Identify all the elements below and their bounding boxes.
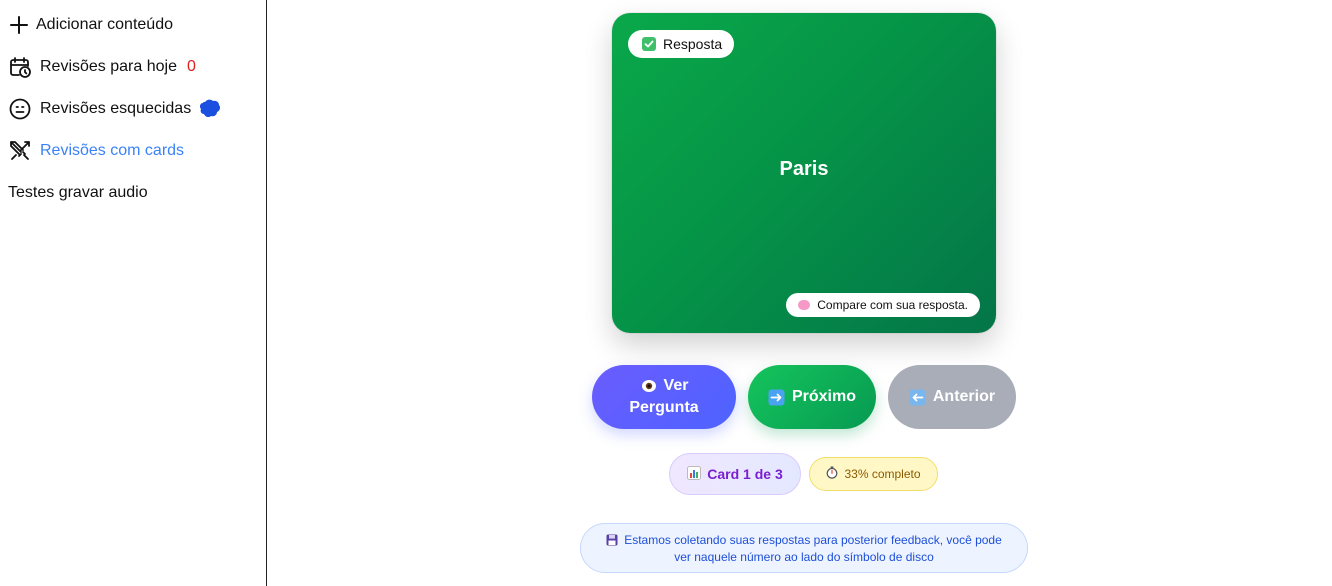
sidebar-item-label: Revisões com cards: [40, 142, 185, 159]
ver-pergunta-button[interactable]: Ver Pergunta: [592, 365, 736, 429]
card-counter-label: Card 1 de 3: [707, 466, 783, 482]
anterior-label: Anterior: [932, 388, 996, 405]
crossed-swords-icon: [8, 139, 32, 163]
compare-hint: Compare com sua resposta.: [786, 293, 980, 317]
sidebar-item-adicionar-conteudo[interactable]: Adicionar conteúdo: [8, 12, 173, 38]
feedback-info-box: Estamos coletando suas respostas para po…: [580, 523, 1028, 573]
ver-pergunta-content: Ver Pergunta: [609, 375, 719, 419]
feedback-info-text: Estamos coletando suas respostas para po…: [624, 533, 1002, 564]
review-count-badge: 0: [186, 58, 196, 75]
sidebar: Adicionar conteúdo Revisões para hoje 0: [0, 0, 267, 586]
progress-label: 33% completo: [844, 467, 921, 481]
sidebar-item-label: Revisões esquecidas: [40, 100, 192, 117]
sidebar-item-label: Revisões para hoje: [40, 58, 177, 75]
eye-icon: [640, 377, 658, 395]
sidebar-item-revisoes-hoje[interactable]: Revisões para hoje 0: [8, 54, 196, 80]
sidebar-item-label: Testes gravar audio: [8, 184, 148, 201]
answer-chip: Resposta: [628, 30, 735, 58]
arrow-left-icon: [909, 388, 927, 406]
compare-hint-text: Compare com sua resposta.: [817, 298, 968, 312]
flashcard[interactable]: Resposta Paris Compare com sua resposta.: [612, 13, 996, 333]
arrow-right-icon: [768, 388, 786, 406]
app-root: Adicionar conteúdo Revisões para hoje 0: [0, 0, 1332, 586]
floppy-disk-icon: [606, 534, 618, 550]
blue-blob-icon: [199, 98, 221, 120]
proximo-label: Próximo: [791, 388, 856, 405]
plus-icon: [8, 13, 30, 37]
card-answer-text: Paris: [779, 158, 829, 180]
neutral-face-icon: [8, 97, 32, 121]
check-icon: [642, 37, 656, 51]
sidebar-item-label: Adicionar conteúdo: [36, 16, 173, 33]
calendar-clock-icon: [8, 55, 32, 79]
bar-chart-icon: [687, 465, 702, 483]
sidebar-item-revisoes-esquecidas[interactable]: Revisões esquecidas: [8, 96, 221, 122]
sidebar-item-revisoes-cards[interactable]: Revisões com cards: [8, 138, 184, 164]
proximo-button[interactable]: Próximo: [748, 365, 876, 429]
stopwatch-icon: [826, 466, 838, 482]
brain-icon: [798, 300, 811, 310]
card-counter-badge: Card 1 de 3: [669, 453, 801, 495]
anterior-button[interactable]: Anterior: [888, 365, 1016, 429]
answer-chip-label: Resposta: [663, 36, 723, 52]
sidebar-item-testes-gravar-audio[interactable]: Testes gravar audio: [8, 180, 148, 206]
progress-badge: 33% completo: [809, 457, 938, 491]
